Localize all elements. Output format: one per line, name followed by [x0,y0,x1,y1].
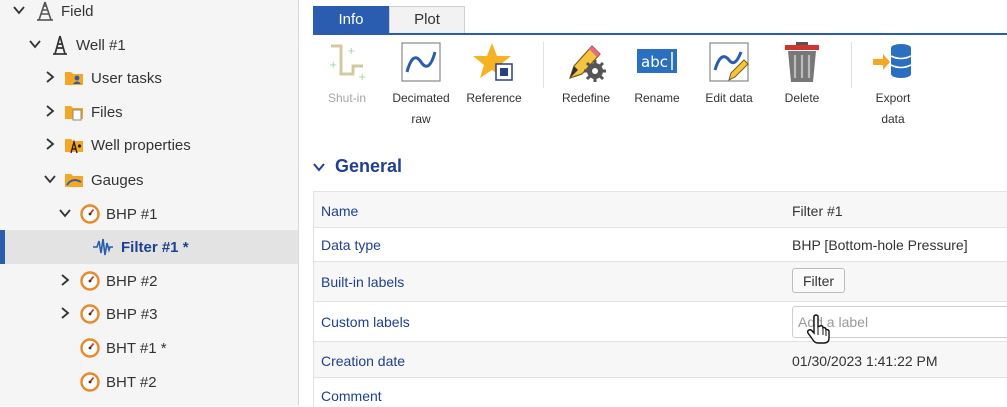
property-row-custom-labels: Custom labels [313,301,1007,341]
chevron-down-icon[interactable] [12,3,26,17]
property-label: Creation date [321,353,406,369]
tree-item-label: BHT #1 * [106,340,167,357]
gauges-folder-icon [65,174,83,187]
tab-plot[interactable]: Plot [389,6,465,34]
filter-label-button[interactable]: Filter [792,268,845,293]
tab-underline [313,33,1007,35]
chevron-right-icon[interactable] [43,137,57,151]
export-database-icon [873,44,912,78]
redefine-button[interactable]: Redefine [560,38,612,132]
tree-item-bhp-3[interactable]: BHP #3 [0,297,298,331]
tree-item-label: Gauges [91,172,144,189]
tree-item-label: BHP #1 [106,206,158,223]
well-properties-folder-icon [65,139,83,154]
toolbar-label: Export data [875,91,911,126]
svg-text:abc: abc [641,53,668,71]
decimated-raw-button[interactable]: Decimated raw [388,38,454,132]
reference-button[interactable]: Reference [464,38,524,132]
tree-item-label: Field [61,3,94,20]
svg-text:+: + [347,46,355,57]
toolbar-label: Delete [784,91,820,105]
property-value: Filter #1 [792,203,843,219]
tree-item-label: BHP #3 [106,306,158,323]
property-row-comment: Comment [313,377,1007,407]
chevron-right-icon[interactable] [58,306,72,320]
rename-abc-icon: abc [637,49,677,73]
hand-cursor-icon [806,314,830,344]
property-row-data-type: Data type BHP [Bottom-hole Pressure] [313,227,1007,261]
tree-item-well-properties[interactable]: Well properties [0,128,298,162]
chevron-down-icon[interactable] [58,206,72,220]
chevron-down-icon[interactable] [43,172,57,186]
tree-item-files[interactable]: Files [0,95,298,129]
property-label: Data type [321,237,381,253]
property-value: BHP [Bottom-hole Pressure] [792,237,968,253]
tab-info[interactable]: Info [313,6,389,34]
property-value: 01/30/2023 1:41:22 PM [792,353,938,369]
well-derrick-icon [53,35,67,55]
toolbar-separator [543,42,544,88]
shut-in-icon: + + + [329,44,366,83]
edit-data-icon [709,42,749,82]
gauge-icon [80,304,100,324]
chevron-right-icon[interactable] [58,273,72,287]
tree-item-field[interactable]: Field [0,0,298,28]
toolbar-label: Redefine [561,91,611,105]
toolbar-label: Rename [634,91,680,105]
section-title: General [335,156,403,176]
property-label: Built-in labels [321,274,405,290]
chevron-right-icon[interactable] [43,104,57,118]
rename-button[interactable]: abc Rename [632,38,682,132]
tree-item-bht-1[interactable]: BHT #1 * [0,331,298,365]
toolbar-label: Shut-in [327,91,367,105]
user-tasks-folder-icon [65,72,83,85]
chevron-right-icon[interactable] [43,70,57,84]
property-row-creation-date: Creation date 01/30/2023 1:41:22 PM [313,341,1007,377]
decimated-raw-icon [401,42,441,82]
tree-item-bhp-1[interactable]: BHP #1 [0,197,298,231]
chevron-down-icon[interactable] [28,37,42,51]
tree-item-label: Well #1 [76,37,126,54]
reference-star-icon [473,43,513,81]
tree-item-gauges[interactable]: Gauges [0,163,298,197]
tree-item-label: BHP #2 [106,273,158,290]
tree-item-filter-1[interactable]: Filter #1 * [0,230,298,264]
delete-button[interactable]: Delete [778,38,826,132]
redefine-pencil-gear-icon [569,45,606,82]
property-row-name: Name Filter #1 [313,191,1007,227]
chevron-down-icon[interactable] [312,160,326,174]
project-tree: Field Well #1 User tasks Files Well prop… [0,0,299,406]
tree-item-bht-2[interactable]: BHT #2 [0,365,298,399]
details-panel: Info Plot + + + Shut-in Decimated raw Re… [300,0,1007,407]
toolbar-label: Decimated raw [392,91,450,126]
files-folder-icon [65,106,83,121]
tree-item-user-tasks[interactable]: User tasks [0,61,298,95]
toolbar-label: Edit data [705,91,753,105]
svg-text:+: + [329,60,337,71]
property-label: Name [321,203,359,219]
tree-item-label: Filter #1 * [121,239,189,256]
tree-item-bhp-2[interactable]: BHP #2 [0,264,298,298]
shut-in-button[interactable]: + + + Shut-in [322,38,372,132]
toolbar-separator [851,42,852,88]
tree-item-well-1[interactable]: Well #1 [0,28,298,62]
field-derrick-icon [37,1,53,21]
property-label: Custom labels [321,314,410,330]
trash-icon [785,42,819,82]
toolbar-label: Reference [466,91,522,105]
tree-item-label: User tasks [91,70,162,87]
tree-item-label: BHT #2 [106,374,157,391]
gauge-icon [80,372,100,392]
gauge-icon [80,204,100,224]
export-data-button[interactable]: Export data [867,38,919,132]
property-label: Comment [321,388,382,404]
property-row-builtin-labels: Built-in labels Filter [313,261,1007,301]
filter-wave-icon [93,238,113,256]
gauge-icon [80,271,100,291]
tree-item-label: Files [91,104,123,121]
tree-item-label: Well properties [91,137,191,154]
edit-data-button[interactable]: Edit data [703,38,755,132]
gauge-icon [80,338,100,358]
svg-text:+: + [358,72,366,83]
